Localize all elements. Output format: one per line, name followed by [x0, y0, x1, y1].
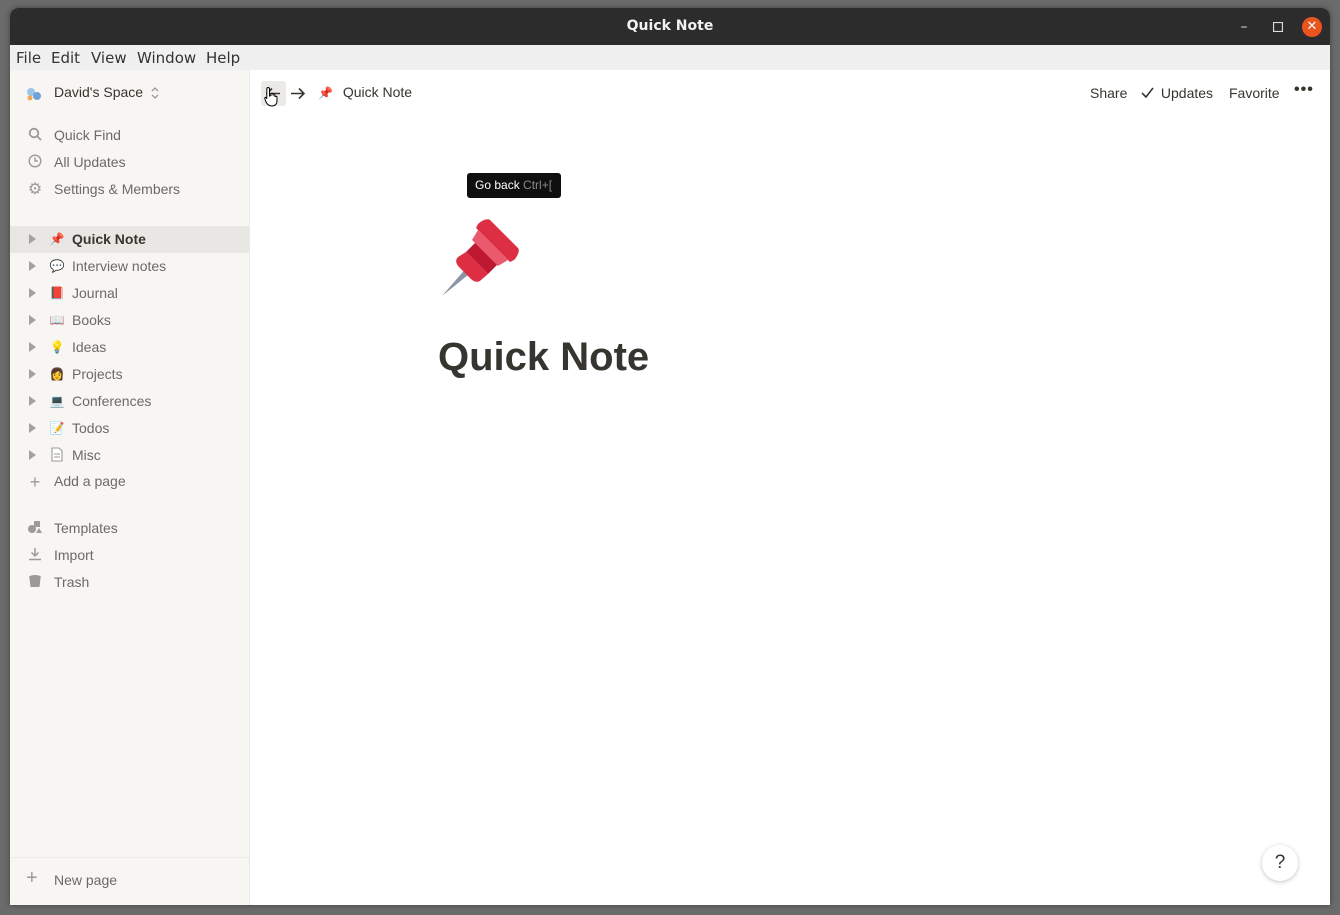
pushpin-icon[interactable]	[438, 216, 522, 300]
document-icon	[49, 447, 65, 463]
expand-toggle-icon[interactable]	[29, 288, 36, 298]
sidebar-item-conferences[interactable]: 💻 Conferences	[10, 388, 249, 415]
title-bar: Quick Note – ✕	[10, 8, 1330, 45]
all-updates-label: All Updates	[54, 154, 126, 170]
sidebar: David's Space Quick Find All Updates ⚙ S…	[10, 70, 250, 905]
sidebar-item-label: Ideas	[72, 339, 107, 355]
sidebar-item-todos[interactable]: 📝 Todos	[10, 415, 249, 442]
chevron-updown-icon	[151, 87, 159, 99]
sidebar-item-label: Projects	[72, 366, 123, 382]
import-icon	[26, 547, 44, 565]
plus-icon: +	[29, 472, 41, 492]
maximize-icon	[1272, 21, 1284, 33]
sidebar-item-ideas[interactable]: 💡 Ideas	[10, 334, 249, 361]
check-icon	[1141, 87, 1154, 99]
open-book-icon: 📖	[49, 313, 65, 327]
expand-toggle-icon[interactable]	[29, 234, 36, 244]
help-button[interactable]: ?	[1262, 845, 1298, 881]
quick-find-label: Quick Find	[54, 127, 121, 143]
pushpin-icon: 📌	[318, 86, 333, 100]
close-button[interactable]: ✕	[1302, 17, 1322, 37]
forward-button[interactable]	[286, 81, 311, 106]
settings-members-label: Settings & Members	[54, 181, 181, 197]
gear-icon: ⚙	[27, 181, 43, 198]
trash-button[interactable]: Trash	[10, 569, 249, 596]
speech-bubble-icon: 💬	[49, 259, 65, 273]
arrow-right-icon	[291, 87, 306, 100]
updates-button[interactable]: Updates	[1141, 85, 1213, 101]
settings-members[interactable]: ⚙ Settings & Members	[10, 176, 249, 203]
laptop-icon: 💻	[49, 394, 65, 408]
clock-icon	[26, 154, 44, 172]
expand-toggle-icon[interactable]	[29, 423, 36, 433]
trash-icon	[26, 574, 44, 592]
sidebar-item-quick-note[interactable]: 📌 Quick Note	[10, 226, 249, 253]
sidebar-item-label: Quick Note	[72, 231, 146, 247]
templates-icon	[26, 520, 44, 538]
more-options-button[interactable]: •••	[1294, 81, 1314, 99]
sidebar-item-books[interactable]: 📖 Books	[10, 307, 249, 334]
add-page-label: Add a page	[54, 473, 126, 489]
cursor-pointer-icon	[264, 86, 278, 107]
red-book-icon: 📕	[49, 286, 65, 300]
expand-toggle-icon[interactable]	[29, 261, 36, 271]
menu-view[interactable]: View	[91, 49, 127, 67]
memo-icon: 📝	[49, 421, 65, 435]
main-content: 📌 Quick Note Share Updates Favorite ••• …	[250, 70, 1330, 905]
window-title: Quick Note	[626, 18, 714, 34]
sidebar-item-label: Todos	[72, 420, 110, 436]
workspace-name: David's Space	[54, 84, 144, 100]
quick-find[interactable]: Quick Find	[10, 122, 249, 149]
all-updates[interactable]: All Updates	[10, 149, 249, 176]
menu-window[interactable]: Window	[137, 49, 196, 67]
workspace-icon	[27, 88, 41, 101]
expand-toggle-icon[interactable]	[29, 315, 36, 325]
expand-toggle-icon[interactable]	[29, 342, 36, 352]
import-button[interactable]: Import	[10, 542, 249, 569]
sidebar-item-journal[interactable]: 📕 Journal	[10, 280, 249, 307]
plus-icon: +	[26, 867, 38, 889]
tooltip-text: Go back	[475, 178, 520, 192]
tooltip-shortcut: Ctrl+[	[523, 178, 553, 192]
expand-toggle-icon[interactable]	[29, 450, 36, 460]
new-page-button[interactable]: + New page	[10, 857, 249, 905]
sidebar-item-interview-notes[interactable]: 💬 Interview notes	[10, 253, 249, 280]
import-label: Import	[54, 547, 94, 563]
sidebar-item-misc[interactable]: Misc	[10, 442, 249, 469]
person-icon: 👩	[49, 367, 65, 381]
updates-label: Updates	[1160, 85, 1214, 101]
breadcrumb[interactable]: 📌 Quick Note	[318, 84, 412, 100]
add-page-button[interactable]: + Add a page	[10, 468, 249, 495]
maximize-button[interactable]	[1268, 17, 1288, 37]
favorite-button[interactable]: Favorite	[1229, 85, 1280, 101]
sidebar-item-label: Misc	[72, 447, 101, 463]
minimize-button[interactable]: –	[1234, 17, 1254, 37]
sidebar-item-label: Books	[72, 312, 111, 328]
search-icon	[26, 127, 44, 145]
app-window: Quick Note – ✕ File Edit View Window Hel…	[10, 8, 1330, 905]
sidebar-item-label: Conferences	[72, 393, 152, 409]
expand-toggle-icon[interactable]	[29, 396, 36, 406]
expand-toggle-icon[interactable]	[29, 369, 36, 379]
sidebar-item-label: Journal	[72, 285, 118, 301]
menu-edit[interactable]: Edit	[51, 49, 80, 67]
sidebar-item-label: Interview notes	[72, 258, 167, 274]
templates-label: Templates	[54, 520, 118, 536]
menu-file[interactable]: File	[16, 49, 41, 67]
share-button[interactable]: Share	[1090, 85, 1127, 101]
pushpin-icon: 📌	[49, 232, 65, 246]
new-page-label: New page	[54, 872, 118, 888]
sidebar-item-projects[interactable]: 👩 Projects	[10, 361, 249, 388]
menu-help[interactable]: Help	[206, 49, 240, 67]
templates-button[interactable]: Templates	[10, 515, 249, 542]
light-bulb-icon: 💡	[49, 340, 65, 354]
page-title[interactable]: Quick Note	[438, 335, 649, 380]
trash-label: Trash	[54, 574, 90, 590]
menu-bar: File Edit View Window Help	[10, 45, 1330, 70]
go-back-tooltip: Go back Ctrl+[	[467, 173, 561, 198]
breadcrumb-label: Quick Note	[342, 84, 413, 100]
